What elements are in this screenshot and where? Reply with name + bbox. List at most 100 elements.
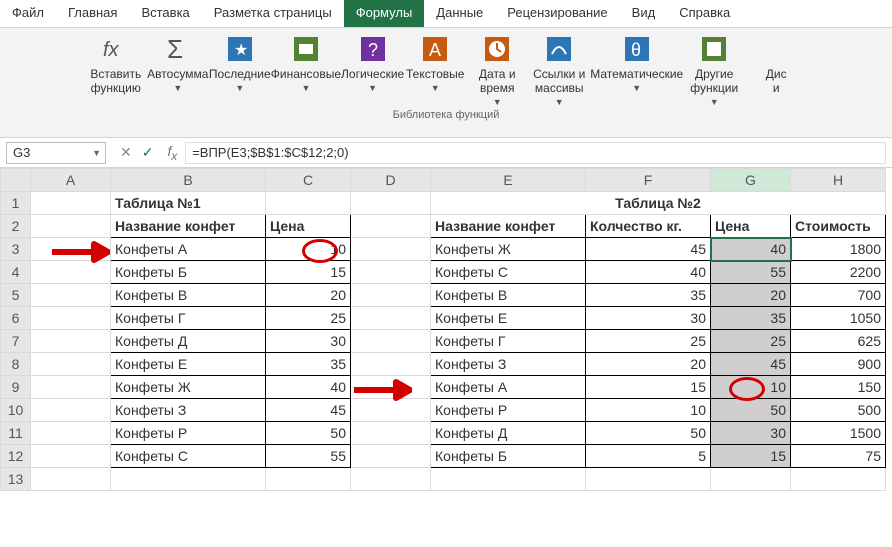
cell-E6[interactable]: Конфеты Е [431,307,586,330]
menu-item-0[interactable]: Файл [0,0,56,27]
row-header-12[interactable]: 12 [1,445,31,468]
ribbon-button-2[interactable]: ★Последние▼ [209,32,271,107]
cell-F4[interactable]: 40 [586,261,711,284]
cell-C2[interactable]: Цена [266,215,351,238]
ribbon-button-4[interactable]: ?Логические▼ [341,32,404,107]
cell-B10[interactable]: Конфеты З [111,399,266,422]
menu-item-6[interactable]: Рецензирование [495,0,619,27]
accept-icon[interactable]: ✓ [142,144,154,161]
formula-input[interactable]: =ВПР(E3;$B$1:$C$12;2;0) [185,142,886,164]
cell-H13[interactable] [791,468,886,491]
col-header-A[interactable]: A [31,169,111,192]
cell-E10[interactable]: Конфеты Р [431,399,586,422]
cell-B1[interactable]: Таблица №1 [111,192,266,215]
cell-B9[interactable]: Конфеты Ж [111,376,266,399]
cell-C4[interactable]: 15 [266,261,351,284]
row-header-11[interactable]: 11 [1,422,31,445]
cell-G11[interactable]: 30 [711,422,791,445]
cell-D11[interactable] [351,422,431,445]
cell-A10[interactable] [31,399,111,422]
cell-D1[interactable] [351,192,431,215]
cell-A7[interactable] [31,330,111,353]
row-header-2[interactable]: 2 [1,215,31,238]
row-header-7[interactable]: 7 [1,330,31,353]
cell-H4[interactable]: 2200 [791,261,886,284]
cell-G6[interactable]: 35 [711,307,791,330]
cell-G10[interactable]: 50 [711,399,791,422]
cell-A11[interactable] [31,422,111,445]
cell-B2[interactable]: Название конфет [111,215,266,238]
cell-A2[interactable] [31,215,111,238]
grid[interactable]: ABCDEFGH 1Таблица №1Таблица №22Название … [0,168,886,491]
row-header-8[interactable]: 8 [1,353,31,376]
cell-H6[interactable]: 1050 [791,307,886,330]
cell-C5[interactable]: 20 [266,284,351,307]
row-header-4[interactable]: 4 [1,261,31,284]
cell-A1[interactable] [31,192,111,215]
cell-B8[interactable]: Конфеты Е [111,353,266,376]
menu-item-4[interactable]: Формулы [344,0,425,27]
row-header-5[interactable]: 5 [1,284,31,307]
cell-H7[interactable]: 625 [791,330,886,353]
cell-F12[interactable]: 5 [586,445,711,468]
cell-F13[interactable] [586,468,711,491]
cell-C12[interactable]: 55 [266,445,351,468]
cell-A13[interactable] [31,468,111,491]
cell-H10[interactable]: 500 [791,399,886,422]
cell-F7[interactable]: 25 [586,330,711,353]
col-header-D[interactable]: D [351,169,431,192]
cell-H9[interactable]: 150 [791,376,886,399]
cell-E5[interactable]: Конфеты В [431,284,586,307]
col-header-C[interactable]: C [266,169,351,192]
cell-G5[interactable]: 20 [711,284,791,307]
cell-B12[interactable]: Конфеты С [111,445,266,468]
ribbon-button-5[interactable]: AТекстовые▼ [404,32,466,107]
cell-C8[interactable]: 35 [266,353,351,376]
cell-D12[interactable] [351,445,431,468]
cell-A8[interactable] [31,353,111,376]
cell-C13[interactable] [266,468,351,491]
cell-G7[interactable]: 25 [711,330,791,353]
ribbon-button-7[interactable]: Ссылки имассивы▼ [528,32,590,107]
cell-A12[interactable] [31,445,111,468]
cell-B13[interactable] [111,468,266,491]
cell-B6[interactable]: Конфеты Г [111,307,266,330]
cell-D8[interactable] [351,353,431,376]
cell-E1[interactable]: Таблица №2 [431,192,886,215]
cell-B7[interactable]: Конфеты Д [111,330,266,353]
cell-G2[interactable]: Цена [711,215,791,238]
cell-C10[interactable]: 45 [266,399,351,422]
cell-D3[interactable] [351,238,431,261]
ribbon-button-6[interactable]: Дата ивремя▼ [466,32,528,107]
cell-D9[interactable] [351,376,431,399]
cell-F2[interactable]: Колчество кг. [586,215,711,238]
cell-A3[interactable] [31,238,111,261]
row-header-6[interactable]: 6 [1,307,31,330]
cell-D5[interactable] [351,284,431,307]
cell-C7[interactable]: 30 [266,330,351,353]
cell-E11[interactable]: Конфеты Д [431,422,586,445]
row-header-13[interactable]: 13 [1,468,31,491]
cell-C3[interactable]: 10 [266,238,351,261]
cell-H11[interactable]: 1500 [791,422,886,445]
cell-B11[interactable]: Конфеты Р [111,422,266,445]
ribbon-button-9[interactable]: Другиефункции▼ [683,32,745,107]
cell-B5[interactable]: Конфеты В [111,284,266,307]
cell-C9[interactable]: 40 [266,376,351,399]
cell-A4[interactable] [31,261,111,284]
cell-D4[interactable] [351,261,431,284]
cell-F3[interactable]: 45 [586,238,711,261]
ribbon-button-1[interactable]: ΣАвтосумма▼ [147,32,209,107]
cell-F8[interactable]: 20 [586,353,711,376]
cell-F10[interactable]: 10 [586,399,711,422]
menu-item-8[interactable]: Справка [667,0,742,27]
menu-item-7[interactable]: Вид [620,0,668,27]
cell-H8[interactable]: 900 [791,353,886,376]
cell-D7[interactable] [351,330,431,353]
col-header-G[interactable]: G [711,169,791,192]
cell-D10[interactable] [351,399,431,422]
cell-A5[interactable] [31,284,111,307]
ribbon-button-10[interactable]: Диси [745,32,807,107]
cell-H12[interactable]: 75 [791,445,886,468]
cell-C6[interactable]: 25 [266,307,351,330]
